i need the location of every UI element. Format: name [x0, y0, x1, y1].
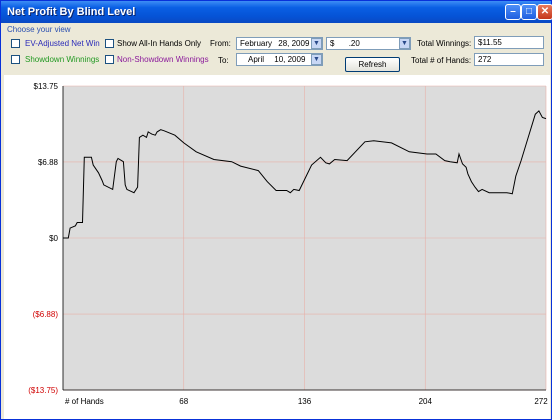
- to-day: 10, 2009: [274, 55, 306, 64]
- to-date-picker[interactable]: April 10, 2009 ▼: [236, 53, 323, 66]
- from-month: February: [240, 39, 273, 48]
- showdown-label: Showdown Winnings: [25, 55, 100, 64]
- showdown-checkbox[interactable]: [11, 55, 20, 64]
- application-window: Net Profit By Blind Level – □ ✕ Choose y…: [0, 0, 552, 420]
- y-tick-label: ($6.88): [33, 310, 59, 319]
- total-winnings-field[interactable]: $11.55: [474, 36, 544, 49]
- x-tick-label: 204: [419, 397, 433, 406]
- refresh-label: Refresh: [358, 60, 387, 69]
- chevron-down-icon[interactable]: ▼: [399, 38, 410, 49]
- blind-level-select[interactable]: $ .20 ▼: [326, 37, 411, 50]
- x-tick-label: 68: [179, 397, 188, 406]
- x-tick-label: 272: [534, 397, 548, 406]
- chevron-down-icon[interactable]: ▼: [311, 38, 322, 49]
- x-axis-label: # of Hands: [65, 397, 104, 406]
- close-button[interactable]: ✕: [537, 4, 552, 20]
- all-in-only-checkbox[interactable]: [105, 39, 114, 48]
- x-tick-label: 136: [298, 397, 312, 406]
- minimize-button[interactable]: –: [505, 4, 521, 20]
- to-label: To:: [218, 56, 229, 65]
- window-title: Net Profit By Blind Level: [7, 6, 136, 18]
- net-profit-chart: $13.75 $6.88 $0 ($6.88) ($13.75) 68 136 204 272 #…: [28, 82, 548, 406]
- total-hands-field[interactable]: 272: [474, 53, 544, 66]
- section-label: Choose your view: [7, 25, 71, 34]
- to-month: April: [248, 55, 265, 64]
- minimize-icon: –: [510, 6, 516, 17]
- y-tick-label: $13.75: [34, 82, 59, 91]
- ev-adjusted-label: EV-Adjusted Net Win: [25, 39, 100, 48]
- refresh-button[interactable]: Refresh: [345, 57, 400, 72]
- total-winnings-label: Total Winnings:: [417, 39, 472, 48]
- blind-currency: $: [330, 39, 335, 48]
- chart-area: $13.75 $6.88 $0 ($6.88) ($13.75) 68 136 204 272 #…: [4, 75, 550, 419]
- chevron-down-icon[interactable]: ▼: [311, 54, 322, 65]
- y-tick-label: $6.88: [38, 158, 59, 167]
- blind-value: .20: [348, 39, 360, 48]
- y-tick-label: $0: [49, 234, 58, 243]
- maximize-button[interactable]: □: [521, 4, 537, 20]
- non-showdown-checkbox[interactable]: [105, 55, 114, 64]
- controls-panel: Choose your view EV-Adjusted Net Win Sho…: [4, 23, 550, 73]
- y-tick-label: ($13.75): [28, 386, 58, 395]
- non-showdown-label: Non-Showdown Winnings: [117, 55, 209, 64]
- all-in-only-label: Show All-In Hands Only: [117, 39, 202, 48]
- ev-adjusted-checkbox[interactable]: [11, 39, 20, 48]
- from-label: From:: [210, 39, 231, 48]
- total-hands-label: Total # of Hands:: [411, 56, 472, 65]
- close-icon: ✕: [540, 6, 550, 17]
- maximize-icon: □: [525, 6, 533, 17]
- title-bar[interactable]: Net Profit By Blind Level – □ ✕: [1, 1, 552, 23]
- from-day: 28, 2009: [278, 39, 310, 48]
- from-date-picker[interactable]: February 28, 2009 ▼: [236, 37, 323, 50]
